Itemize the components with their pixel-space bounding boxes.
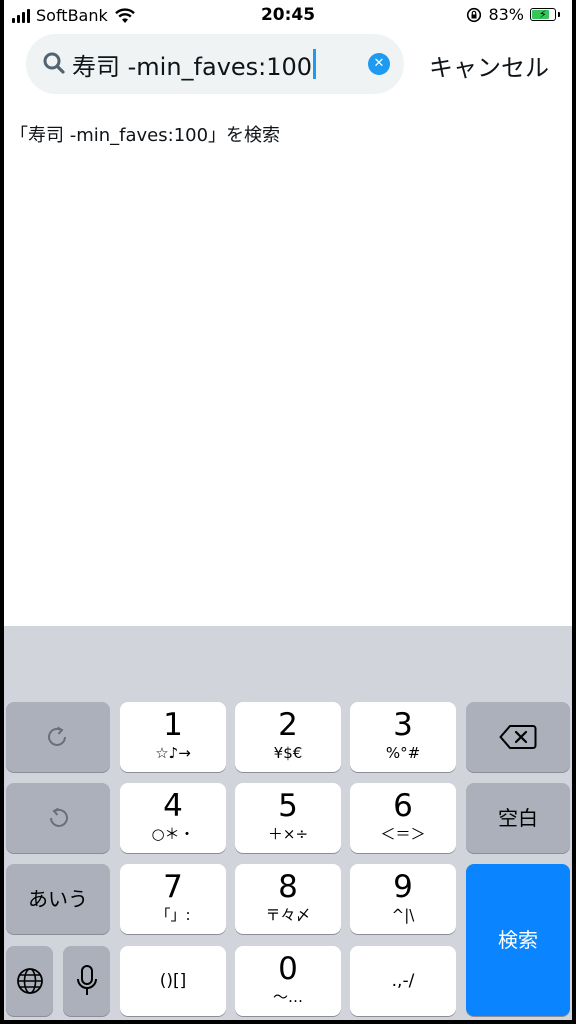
key-sub-label: 〜…	[272, 988, 303, 1006]
undo-key[interactable]	[6, 783, 110, 853]
battery-tip	[558, 12, 560, 17]
undo-icon	[50, 807, 68, 827]
kana-key-label: あいう	[28, 887, 88, 911]
backspace-key[interactable]	[466, 702, 570, 772]
key-3[interactable]: 3 %°#	[350, 702, 456, 772]
text-caret	[313, 49, 317, 79]
key-sub-label: ¥$€	[273, 744, 303, 762]
key-main-label: 5	[278, 788, 298, 824]
key-9[interactable]: 9 ^|\	[350, 864, 456, 934]
globe-key[interactable]	[6, 946, 53, 1016]
space-key[interactable]: 空白	[466, 783, 570, 853]
key-1[interactable]: 1 ☆♪→	[120, 702, 226, 772]
search-key-label: 検索	[498, 928, 538, 952]
backspace-icon	[499, 725, 537, 749]
key-main-label: 4	[163, 788, 183, 824]
key-main-label: 1	[163, 707, 183, 743]
key-main-label: 2	[278, 707, 298, 743]
clear-icon[interactable]: ✕	[368, 53, 390, 75]
key-5[interactable]: 5 ＋×÷	[235, 783, 341, 853]
key-sub-label: .,-/	[391, 971, 415, 991]
key-main-label: 7	[163, 869, 183, 905]
key-sub-label: ＋×÷	[267, 825, 309, 843]
search-key[interactable]: 検索	[466, 864, 570, 1016]
key-sub-label: ()[]	[159, 971, 187, 991]
key-8[interactable]: 8 〒々〆	[235, 864, 341, 934]
search-icon	[43, 52, 65, 74]
search-query: 寿司 -min_faves:100	[72, 52, 313, 81]
key-punctuation[interactable]: .,-/	[350, 946, 456, 1016]
cancel-button[interactable]: キャンセル	[429, 48, 549, 83]
key-sub-label: ^|\	[391, 906, 415, 924]
battery-percent: 83%	[488, 5, 524, 24]
key-sub-label: ☆♪→	[155, 744, 191, 762]
status-bar: SoftBank 20:45 83% ⚡	[4, 0, 572, 30]
key-brackets[interactable]: ()[]	[120, 946, 226, 1016]
search-input[interactable]: 寿司 -min_faves:100	[72, 47, 317, 81]
globe-icon	[16, 968, 43, 994]
key-main-label: 8	[278, 869, 298, 905]
key-main-label: 9	[393, 869, 413, 905]
keyboard: あいう 1 ☆♪→ 2 ¥$€ 3 %°# 4 ○＊・ 5 ＋×÷ 6 ＜＝＞ …	[4, 626, 572, 1020]
key-main-label: 0	[278, 951, 298, 987]
key-main-label: 6	[393, 788, 413, 824]
key-main-label: 3	[393, 707, 413, 743]
key-7[interactable]: 7 「」:	[120, 864, 226, 934]
dictation-key[interactable]	[63, 946, 110, 1016]
search-field[interactable]: 寿司 -min_faves:100 ✕	[26, 34, 404, 94]
search-suggestion[interactable]: 「寿司 -min_faves:100」を検索	[10, 121, 280, 147]
key-6[interactable]: 6 ＜＝＞	[350, 783, 456, 853]
key-2[interactable]: 2 ¥$€	[235, 702, 341, 772]
kana-key[interactable]: あいう	[6, 864, 110, 934]
space-key-label: 空白	[498, 806, 538, 830]
redo-key[interactable]	[6, 702, 110, 772]
rotation-lock-icon	[467, 7, 482, 22]
key-sub-label: %°#	[385, 744, 421, 762]
battery-charging-icon: ⚡	[530, 8, 556, 21]
key-4[interactable]: 4 ○＊・	[120, 783, 226, 853]
key-sub-label: 「」:	[155, 906, 191, 924]
microphone-icon	[76, 965, 97, 995]
key-sub-label: 〒々〆	[265, 906, 311, 924]
screen: SoftBank 20:45 83% ⚡ 寿司 -min_faves:100 ✕…	[4, 0, 572, 1020]
key-sub-label: ＜＝＞	[380, 825, 426, 843]
redo-icon	[48, 726, 66, 746]
status-right: 83% ⚡	[466, 5, 560, 24]
key-0[interactable]: 0 〜…	[235, 946, 341, 1016]
key-sub-label: ○＊・	[151, 825, 195, 843]
